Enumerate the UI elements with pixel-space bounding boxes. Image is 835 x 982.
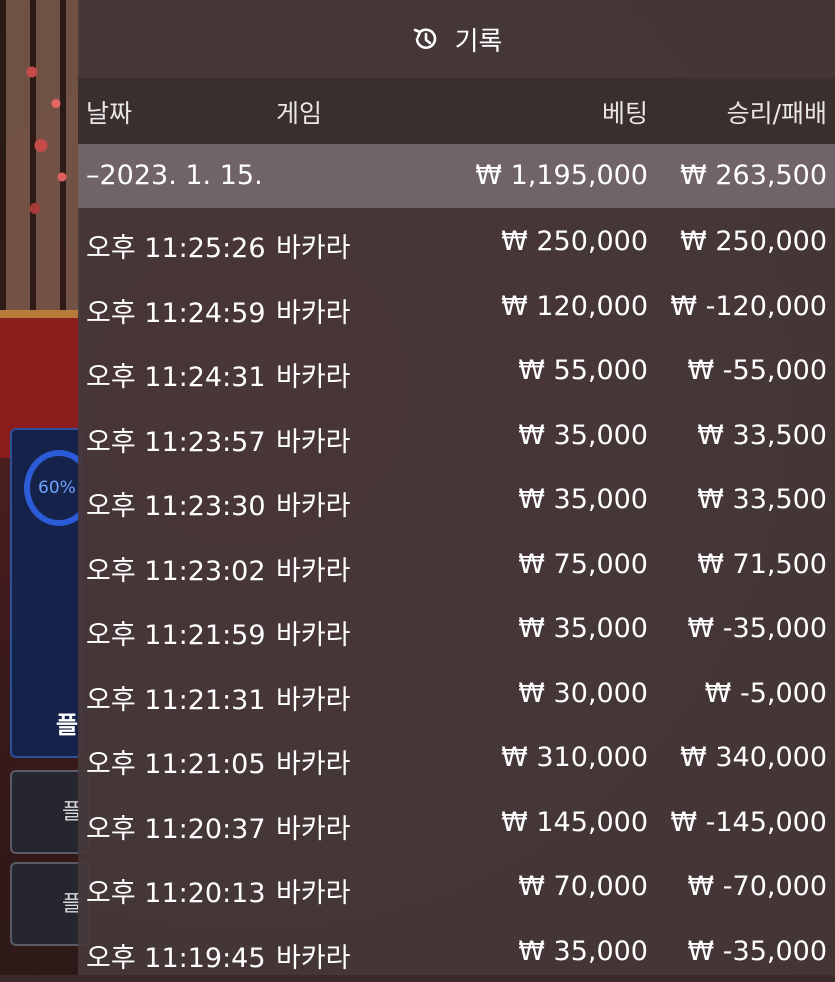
row-win-loss: ₩ -70,000 <box>688 871 828 902</box>
row-win-loss: ₩ -5,000 <box>705 678 827 709</box>
history-row[interactable]: 오후 11:24:31 바카라 ₩ 55,000 ₩ -55,000 <box>78 337 835 402</box>
row-win-loss: ₩ 33,500 <box>697 420 827 451</box>
column-header-bet: 베팅 <box>602 94 648 130</box>
row-time: 오후 11:24:59 <box>86 291 266 330</box>
date-group-label: –2023. 1. 15. <box>86 160 263 191</box>
history-title-bar: 기록 <box>78 0 835 78</box>
player-label: 플 <box>56 705 78 740</box>
row-time: 오후 11:23:30 <box>86 484 266 523</box>
column-header-game: 게임 <box>276 94 322 130</box>
row-time: 오후 11:23:02 <box>86 549 266 588</box>
row-bet: ₩ 35,000 <box>518 484 648 515</box>
row-game: 바카라 <box>276 549 351 588</box>
row-win-loss: ₩ -145,000 <box>670 807 827 838</box>
row-win-loss: ₩ -35,000 <box>688 936 828 967</box>
history-title: 기록 <box>455 21 503 58</box>
row-bet: ₩ 35,000 <box>518 936 648 967</box>
row-bet: ₩ 30,000 <box>518 678 648 709</box>
row-time: 오후 11:20:13 <box>86 871 266 910</box>
row-time: 오후 11:20:37 <box>86 807 266 846</box>
history-row[interactable]: 오후 11:23:02 바카라 ₩ 75,000 ₩ 71,500 <box>78 531 835 596</box>
date-group-bet-total: ₩ 1,195,000 <box>475 160 648 191</box>
row-game: 바카라 <box>276 807 351 846</box>
row-win-loss: ₩ -55,000 <box>688 355 828 386</box>
column-header-win-loss: 승리/패배 <box>727 94 827 130</box>
blossom-decor <box>20 30 80 240</box>
row-bet: ₩ 120,000 <box>501 291 648 322</box>
row-bet: ₩ 35,000 <box>518 420 648 451</box>
row-win-loss: ₩ 250,000 <box>680 226 827 257</box>
row-time: 오후 11:24:31 <box>86 355 266 394</box>
row-bet: ₩ 35,000 <box>518 613 648 644</box>
row-time: 오후 11:21:05 <box>86 742 266 781</box>
row-bet: ₩ 310,000 <box>501 742 648 773</box>
row-game: 바카라 <box>276 355 351 394</box>
row-bet: ₩ 250,000 <box>501 226 648 257</box>
history-row[interactable]: 오후 11:25:26 바카라 ₩ 250,000 ₩ 250,000 <box>78 208 835 273</box>
row-win-loss: ₩ 340,000 <box>680 742 827 773</box>
history-row[interactable]: 오후 11:20:13 바카라 ₩ 70,000 ₩ -70,000 <box>78 853 835 918</box>
row-game: 바카라 <box>276 678 351 717</box>
history-table-header: 날짜 게임 베팅 승리/패배 <box>78 78 835 144</box>
progress-text: 60% <box>38 478 76 498</box>
history-row[interactable]: 오후 11:21:31 바카라 ₩ 30,000 ₩ -5,000 <box>78 660 835 725</box>
history-icon <box>411 24 441 54</box>
row-game: 바카라 <box>276 291 351 330</box>
row-bet: ₩ 55,000 <box>518 355 648 386</box>
history-row[interactable]: 오후 11:21:59 바카라 ₩ 35,000 ₩ -35,000 <box>78 595 835 660</box>
row-win-loss: ₩ -35,000 <box>688 613 828 644</box>
row-time: 오후 11:21:31 <box>86 678 266 717</box>
row-game: 바카라 <box>276 936 351 975</box>
row-time: 오후 11:25:26 <box>86 226 266 265</box>
row-game: 바카라 <box>276 484 351 523</box>
history-row[interactable]: 오후 11:23:30 바카라 ₩ 35,000 ₩ 33,500 <box>78 466 835 531</box>
row-game: 바카라 <box>276 871 351 910</box>
date-group-row[interactable]: –2023. 1. 15. ₩ 1,195,000 ₩ 263,500 <box>78 144 835 208</box>
history-row[interactable]: 오후 11:20:37 바카라 ₩ 145,000 ₩ -145,000 <box>78 789 835 854</box>
row-win-loss: ₩ 71,500 <box>697 549 827 580</box>
row-game: 바카라 <box>276 420 351 459</box>
row-time: 오후 11:21:59 <box>86 613 266 652</box>
row-game: 바카라 <box>276 613 351 652</box>
history-row[interactable]: 오후 11:23:57 바카라 ₩ 35,000 ₩ 33,500 <box>78 402 835 467</box>
row-time: 오후 11:23:57 <box>86 420 266 459</box>
row-game: 바카라 <box>276 742 351 781</box>
history-row[interactable]: 오후 11:21:05 바카라 ₩ 310,000 ₩ 340,000 <box>78 724 835 789</box>
column-header-date: 날짜 <box>86 94 132 130</box>
row-win-loss: ₩ 33,500 <box>697 484 827 515</box>
history-row[interactable]: 오후 11:24:59 바카라 ₩ 120,000 ₩ -120,000 <box>78 273 835 338</box>
history-row[interactable]: 오후 11:19:45 바카라 ₩ 35,000 ₩ -35,000 <box>78 918 835 982</box>
row-time: 오후 11:19:45 <box>86 936 266 975</box>
history-panel: 기록 날짜 게임 베팅 승리/패배 –2023. 1. 15. ₩ 1,195,… <box>78 0 835 975</box>
row-bet: ₩ 145,000 <box>501 807 648 838</box>
date-group-win-loss-total: ₩ 263,500 <box>680 160 827 191</box>
row-win-loss: ₩ -120,000 <box>670 291 827 322</box>
row-game: 바카라 <box>276 226 351 265</box>
row-bet: ₩ 75,000 <box>518 549 648 580</box>
row-bet: ₩ 70,000 <box>518 871 648 902</box>
history-rows: 오후 11:25:26 바카라 ₩ 250,000 ₩ 250,000 오후 11:2… <box>78 208 835 982</box>
